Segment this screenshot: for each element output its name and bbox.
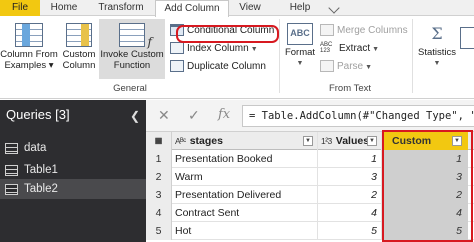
group-label-general: General	[113, 83, 147, 94]
custom-column-button[interactable]: Custom Column	[60, 23, 98, 71]
row-number[interactable]: 3	[146, 186, 172, 204]
index-column-button[interactable]: Index Column ▼	[170, 41, 258, 56]
row-number[interactable]: 1	[146, 150, 172, 168]
tab-transform[interactable]: Transform	[90, 0, 152, 16]
column-header-values[interactable]: 1²3 Values ▼	[318, 132, 382, 150]
ribbon-tab-bar: File Home Transform Add Column View Help	[0, 0, 474, 17]
format-button[interactable]: ABC Format ▼	[282, 23, 318, 69]
invoke-custom-function-button[interactable]: f Invoke Custom Function	[99, 19, 165, 79]
column-from-examples-label-2: Examples ▾	[4, 60, 54, 71]
index-column-icon	[170, 42, 184, 55]
tab-help[interactable]: Help	[283, 0, 317, 16]
table-icon	[5, 165, 18, 176]
duplicate-column-icon	[170, 60, 184, 73]
select-all-table-icon[interactable]: ▦	[146, 132, 172, 150]
chevron-down-icon: ▼	[433, 60, 441, 67]
query-item-label: data	[24, 142, 47, 154]
duplicate-column-button[interactable]: Duplicate Column	[170, 59, 266, 74]
format-icon: ABC	[287, 23, 313, 45]
index-column-label: Index Column	[187, 43, 249, 54]
chevron-down-icon[interactable]	[328, 2, 340, 14]
statistics-button[interactable]: Σ Statistics ▼	[414, 23, 460, 69]
value-cell[interactable]: 4	[318, 204, 382, 222]
number-type-icon[interactable]: 1²3	[321, 132, 332, 150]
group-divider	[412, 19, 413, 93]
formula-bar: ✕ ✓ fx = Table.AddColumn(#"Changed Type"…	[146, 100, 474, 132]
cancel-formula-icon[interactable]: ✕	[158, 107, 170, 124]
column-header-label: stages	[189, 135, 223, 147]
row-number[interactable]: 5	[146, 222, 172, 240]
parse-label: Parse	[337, 61, 364, 72]
standard-icon[interactable]	[460, 27, 474, 49]
column-from-examples-label-1: Column From	[0, 49, 58, 60]
collapse-chevron-icon[interactable]: ❮	[130, 109, 140, 123]
stage-cell[interactable]: Hot	[172, 222, 318, 240]
row-number[interactable]: 2	[146, 168, 172, 186]
stage-cell[interactable]: Presentation Delivered	[172, 186, 318, 204]
tab-add-column[interactable]: Add Column	[155, 0, 229, 17]
column-header-label: Values	[335, 135, 370, 147]
tab-file[interactable]: File	[0, 0, 40, 16]
value-cell[interactable]: 5	[318, 222, 382, 240]
table-icon	[5, 143, 18, 154]
invoke-custom-function-label-1: Invoke Custom	[100, 49, 164, 60]
custom-column-label-2: Column	[62, 60, 96, 71]
extract-button[interactable]: ABC 123 Extract ▼	[320, 41, 379, 56]
statistics-label: Statistics	[417, 47, 456, 58]
filter-dropdown-icon[interactable]: ▼	[367, 136, 377, 146]
query-item-label: Table1	[24, 164, 58, 176]
format-label: Format	[284, 47, 316, 58]
query-item-table2[interactable]: Table2	[0, 179, 146, 199]
chevron-down-icon: ▼	[365, 64, 373, 71]
column-header-stages[interactable]: Aᴮᶜ stages ▼	[172, 132, 318, 150]
chevron-down-icon: ▼	[250, 46, 258, 53]
group-label-from-text: From Text	[328, 83, 372, 94]
text-type-icon[interactable]: Aᴮᶜ	[175, 132, 186, 150]
queries-title: Queries [3]	[6, 107, 70, 122]
column-from-examples-button[interactable]: Column From Examples ▾	[0, 23, 58, 71]
merge-columns-icon	[320, 24, 334, 37]
value-cell[interactable]: 3	[318, 168, 382, 186]
formula-input[interactable]: = Table.AddColumn(#"Changed Type", "Cust	[242, 105, 474, 127]
row-number[interactable]: 4	[146, 204, 172, 222]
merge-columns-button[interactable]: Merge Columns	[320, 23, 408, 38]
abc-123-icon: ABC 123	[320, 42, 333, 55]
parse-icon	[320, 60, 334, 73]
invoke-custom-function-label-2: Function	[113, 60, 151, 71]
column-from-examples-icon	[15, 23, 43, 47]
filter-dropdown-icon[interactable]: ▼	[303, 136, 313, 146]
query-item-table1[interactable]: Table1	[0, 160, 146, 180]
stage-cell[interactable]: Contract Sent	[172, 204, 318, 222]
sigma-icon: Σ	[431, 24, 443, 43]
queries-pane: data Table1 Table2	[0, 132, 146, 242]
query-item-label: Table2	[24, 183, 58, 195]
chevron-down-icon: ▼	[296, 60, 304, 67]
tab-home[interactable]: Home	[43, 0, 85, 16]
duplicate-column-label: Duplicate Column	[187, 61, 266, 72]
parse-button[interactable]: Parse ▼	[320, 59, 372, 74]
extract-label: Extract	[339, 43, 371, 54]
stage-cell[interactable]: Warm	[172, 168, 318, 186]
group-divider	[279, 19, 280, 93]
stage-cell[interactable]: Presentation Booked	[172, 150, 318, 168]
tab-view[interactable]: View	[232, 0, 268, 16]
custom-column-highlight	[382, 130, 473, 242]
commit-formula-icon[interactable]: ✓	[188, 107, 200, 124]
conditional-column-highlight	[176, 25, 279, 43]
value-cell[interactable]: 1	[318, 150, 382, 168]
queries-pane-header: Queries [3] ❮	[0, 100, 146, 132]
custom-column-icon	[66, 23, 92, 47]
merge-columns-label: Merge Columns	[337, 25, 408, 36]
chevron-down-icon: ▼	[372, 46, 380, 53]
fx-icon[interactable]: fx	[218, 107, 230, 122]
table-icon	[5, 184, 18, 195]
value-cell[interactable]: 2	[318, 186, 382, 204]
custom-column-label-1: Custom	[62, 49, 96, 60]
query-item-data[interactable]: data	[0, 138, 146, 158]
invoke-function-icon: f	[119, 23, 152, 48]
